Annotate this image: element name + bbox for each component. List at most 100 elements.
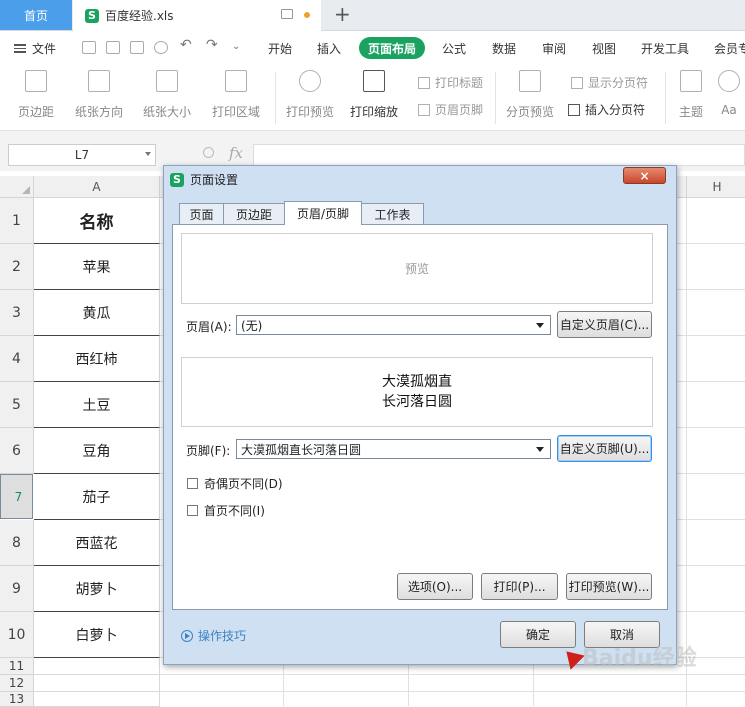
row-header[interactable]: 8 xyxy=(0,520,34,566)
print-area-button[interactable]: 打印区域 xyxy=(207,66,265,120)
cell-a7[interactable]: 茄子 xyxy=(34,474,160,520)
footer-select[interactable]: 大漠孤烟直长河落日圆 xyxy=(236,439,551,459)
tab-start[interactable]: 开始 xyxy=(268,40,292,57)
print-titles-icon xyxy=(418,76,430,89)
font-theme-button[interactable]: Aa xyxy=(716,66,742,117)
theme-button[interactable]: 主题 xyxy=(676,66,706,120)
print-preview-button[interactable]: 打印预览 xyxy=(285,66,335,120)
cell-a13[interactable] xyxy=(34,692,160,707)
row-header[interactable]: 10 xyxy=(0,612,34,658)
zoom-icon[interactable] xyxy=(203,147,214,158)
row-header[interactable]: 2 xyxy=(0,244,34,290)
tab-insert[interactable]: 插入 xyxy=(317,40,341,57)
paper-size-label: 纸张大小 xyxy=(142,105,191,119)
footer-preview: 大漠孤烟直 长河落日圆 xyxy=(181,357,653,427)
tab-developer[interactable]: 开发工具 xyxy=(641,40,689,57)
close-button[interactable]: × xyxy=(623,167,666,184)
redo-icon[interactable]: ↷ xyxy=(206,37,218,53)
print-button[interactable]: 打印(P)... xyxy=(481,573,558,600)
formula-input[interactable] xyxy=(253,144,745,166)
tab-review[interactable]: 审阅 xyxy=(542,40,566,57)
print-scale-button[interactable]: 打印缩放 xyxy=(344,66,404,120)
cell-a4[interactable]: 西红柿 xyxy=(34,336,160,382)
row-header[interactable]: 4 xyxy=(0,336,34,382)
row-header[interactable]: 9 xyxy=(0,566,34,612)
show-page-breaks-checkbox[interactable]: 显示分页符 xyxy=(571,74,648,91)
preview-icon[interactable] xyxy=(154,41,168,54)
tab-home[interactable]: 首页 xyxy=(0,0,72,30)
cell-a12[interactable] xyxy=(34,675,160,692)
undo-icon[interactable]: ↶ xyxy=(180,37,192,53)
odd-even-checkbox[interactable]: 奇偶页不同(D) xyxy=(187,475,283,492)
cell-a9[interactable]: 胡萝卜 xyxy=(34,566,160,612)
orientation-button[interactable]: 纸张方向 xyxy=(70,66,128,120)
magnifier-icon xyxy=(299,70,321,92)
new-tab-button[interactable]: + xyxy=(334,2,351,26)
document-name: 百度经验.xls xyxy=(105,9,174,23)
name-box[interactable]: L7 xyxy=(8,144,156,166)
tab-page[interactable]: 页面 xyxy=(179,203,224,225)
print-icon[interactable] xyxy=(130,41,144,54)
first-page-checkbox[interactable]: 首页不同(I) xyxy=(187,502,265,519)
cell-reference: L7 xyxy=(74,148,90,162)
dialog-title-bar[interactable]: S 页面设置 xyxy=(170,171,238,188)
tab-worksheet[interactable]: 工作表 xyxy=(361,203,424,225)
margins-button[interactable]: 页边距 xyxy=(12,66,60,120)
tab-header-footer[interactable]: 页眉/页脚 xyxy=(284,201,362,225)
cell-a1[interactable]: 名称 xyxy=(34,198,160,244)
page-break-preview-button[interactable]: 分页预览 xyxy=(503,66,557,120)
print-titles-button[interactable]: 打印标题 xyxy=(418,74,483,91)
file-menu[interactable]: 文件 xyxy=(14,40,56,57)
cell-a3[interactable]: 黄瓜 xyxy=(34,290,160,336)
cell-a11[interactable] xyxy=(34,658,160,675)
tab-margins[interactable]: 页边距 xyxy=(223,203,285,225)
tab-member[interactable]: 会员专 xyxy=(714,40,745,57)
cell-a2[interactable]: 苹果 xyxy=(34,244,160,290)
options-button[interactable]: 选项(O)... xyxy=(397,573,473,600)
print-preview-button[interactable]: 打印预览(W)... xyxy=(566,573,652,600)
footer-label: 页脚(F): xyxy=(186,444,231,458)
cell-a8[interactable]: 西蓝花 xyxy=(34,520,160,566)
odd-even-label: 奇偶页不同(D) xyxy=(204,477,283,491)
cell-a6[interactable]: 豆角 xyxy=(34,428,160,474)
custom-footer-button[interactable]: 自定义页脚(U)... xyxy=(557,435,652,462)
cell-a5[interactable]: 土豆 xyxy=(34,382,160,428)
print-area-label: 打印区域 xyxy=(211,105,260,119)
row-header[interactable]: 5 xyxy=(0,382,34,428)
margins-icon xyxy=(25,70,47,92)
fx-icon[interactable]: fx xyxy=(229,144,243,162)
row-header[interactable]: 11 xyxy=(0,658,34,675)
orientation-label: 纸张方向 xyxy=(74,105,123,119)
select-all-corner[interactable] xyxy=(0,176,34,198)
row-header[interactable]: 3 xyxy=(0,290,34,336)
ok-button[interactable]: 确定 xyxy=(500,621,576,648)
unsaved-dot-icon xyxy=(304,12,310,18)
custom-header-button[interactable]: 自定义页眉(C)... xyxy=(557,311,652,338)
header-select[interactable]: (无) xyxy=(236,315,551,335)
tab-view[interactable]: 视图 xyxy=(592,40,616,57)
tab-page-layout[interactable]: 页面布局 xyxy=(359,37,425,59)
row-header-selected[interactable]: 7 xyxy=(0,474,33,519)
header-footer-label: 页眉页脚 xyxy=(435,103,484,117)
header-footer-button[interactable]: 页眉页脚 xyxy=(418,101,483,118)
row-header[interactable]: 6 xyxy=(0,428,34,474)
header-footer-icon xyxy=(418,103,430,116)
chevron-down-icon[interactable] xyxy=(145,152,151,156)
tab-data[interactable]: 数据 xyxy=(492,40,516,57)
tips-link[interactable]: 操作技巧 xyxy=(181,627,246,644)
column-header-h[interactable]: H xyxy=(686,176,745,198)
row-header[interactable]: 12 xyxy=(0,675,34,692)
paper-size-button[interactable]: 纸张大小 xyxy=(138,66,196,120)
watermark: Baidu经验 xyxy=(582,646,697,671)
insert-page-break-button[interactable]: 插入分页符 xyxy=(568,101,645,118)
tab-document[interactable]: S 百度经验.xls xyxy=(73,0,321,31)
tab-formula[interactable]: 公式 xyxy=(442,40,466,57)
row-header[interactable]: 13 xyxy=(0,692,34,707)
row-header[interactable]: 1 xyxy=(0,198,34,244)
cell-a10[interactable]: 白萝卜 xyxy=(34,612,160,658)
save-icon[interactable] xyxy=(82,41,96,54)
export-icon[interactable] xyxy=(106,41,120,54)
chevron-down-icon[interactable]: ⌄ xyxy=(232,41,240,52)
column-header-a[interactable]: A xyxy=(34,176,160,198)
monitor-icon[interactable] xyxy=(281,9,293,19)
